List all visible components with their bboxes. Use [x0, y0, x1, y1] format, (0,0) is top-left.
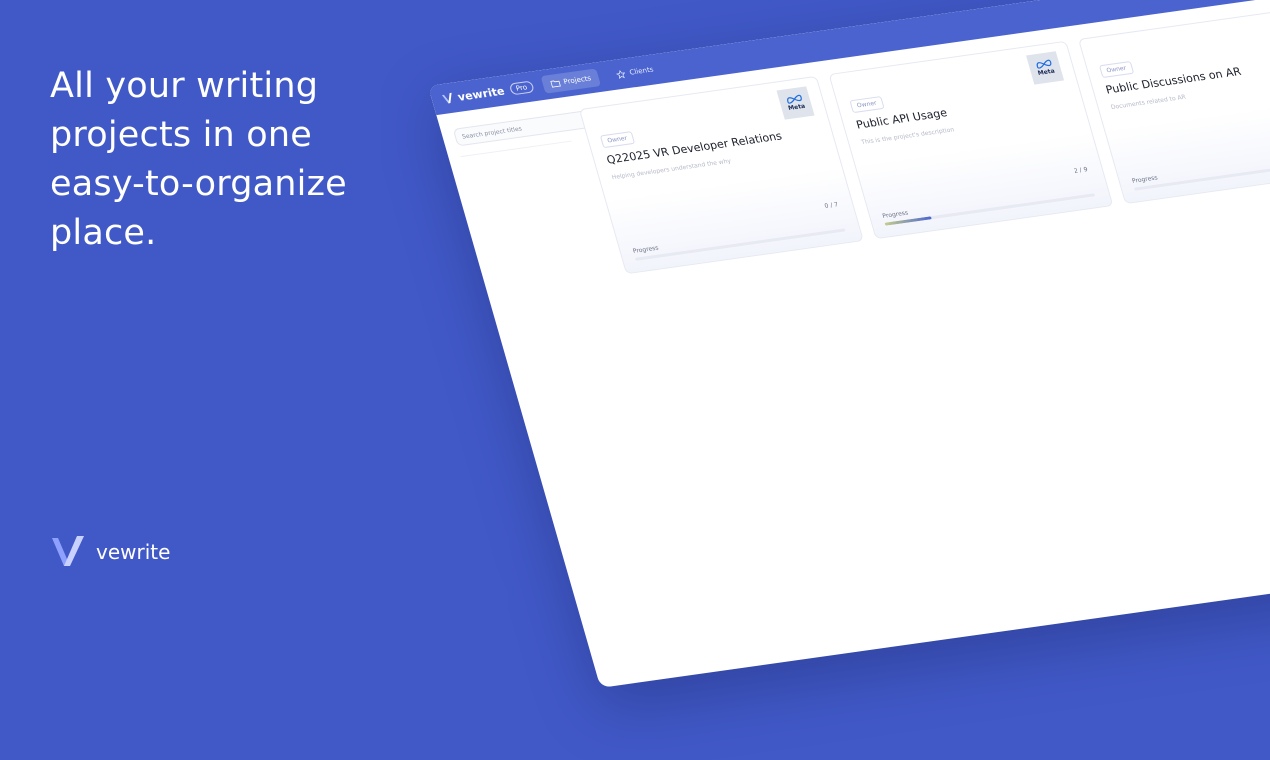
progress-count: 0 / 7	[823, 201, 839, 210]
role-badge: Owner	[849, 96, 885, 114]
app-screenshot: vewrite Pro Projects Clients Search proj…	[428, 0, 1270, 688]
progress-bar-fill	[634, 257, 636, 261]
app-window: vewrite Pro Projects Clients Search proj…	[428, 0, 1270, 688]
vewrite-logo-icon	[50, 532, 86, 572]
project-card[interactable]: Meta Owner Public API Usage This is the …	[828, 40, 1114, 240]
role-badge: Owner	[599, 131, 635, 149]
nav-tab-projects[interactable]: Projects	[540, 68, 602, 94]
hero-headline: All your writing projects in one easy-to…	[50, 66, 347, 253]
progress-label: Progress	[1131, 174, 1159, 185]
nav-tab-clients[interactable]: Clients	[606, 59, 664, 85]
app-logo-text: vewrite	[456, 84, 506, 104]
client-logo-text: Meta	[1036, 67, 1056, 77]
star-icon	[616, 69, 626, 79]
nav-tab-projects-label: Projects	[562, 74, 593, 86]
role-badge: Owner	[1098, 61, 1134, 79]
progress-bar	[884, 193, 1096, 226]
project-card[interactable]: Owner Public Discussions on AR Documents…	[1077, 5, 1270, 205]
app-logo[interactable]: vewrite Pro	[440, 80, 535, 105]
nav-tab-clients-label: Clients	[628, 65, 655, 77]
client-logo-text: Meta	[787, 102, 807, 112]
app-logo-icon	[441, 92, 452, 104]
client-logo: Meta	[1026, 51, 1065, 85]
brand-logo: vewrite	[50, 532, 170, 572]
progress-bar-fill	[1133, 187, 1135, 191]
project-card[interactable]: Meta Owner Q22025 VR Developer Relations…	[578, 75, 864, 275]
progress-count: 2 / 9	[1073, 166, 1089, 175]
folder-icon	[550, 80, 561, 88]
progress-bar	[634, 228, 846, 261]
pro-badge: Pro	[508, 80, 535, 96]
progress-label: Progress	[632, 244, 660, 255]
progress-label: Progress	[881, 209, 909, 220]
brand-name: vewrite	[96, 540, 171, 564]
client-logo: Meta	[776, 86, 815, 120]
